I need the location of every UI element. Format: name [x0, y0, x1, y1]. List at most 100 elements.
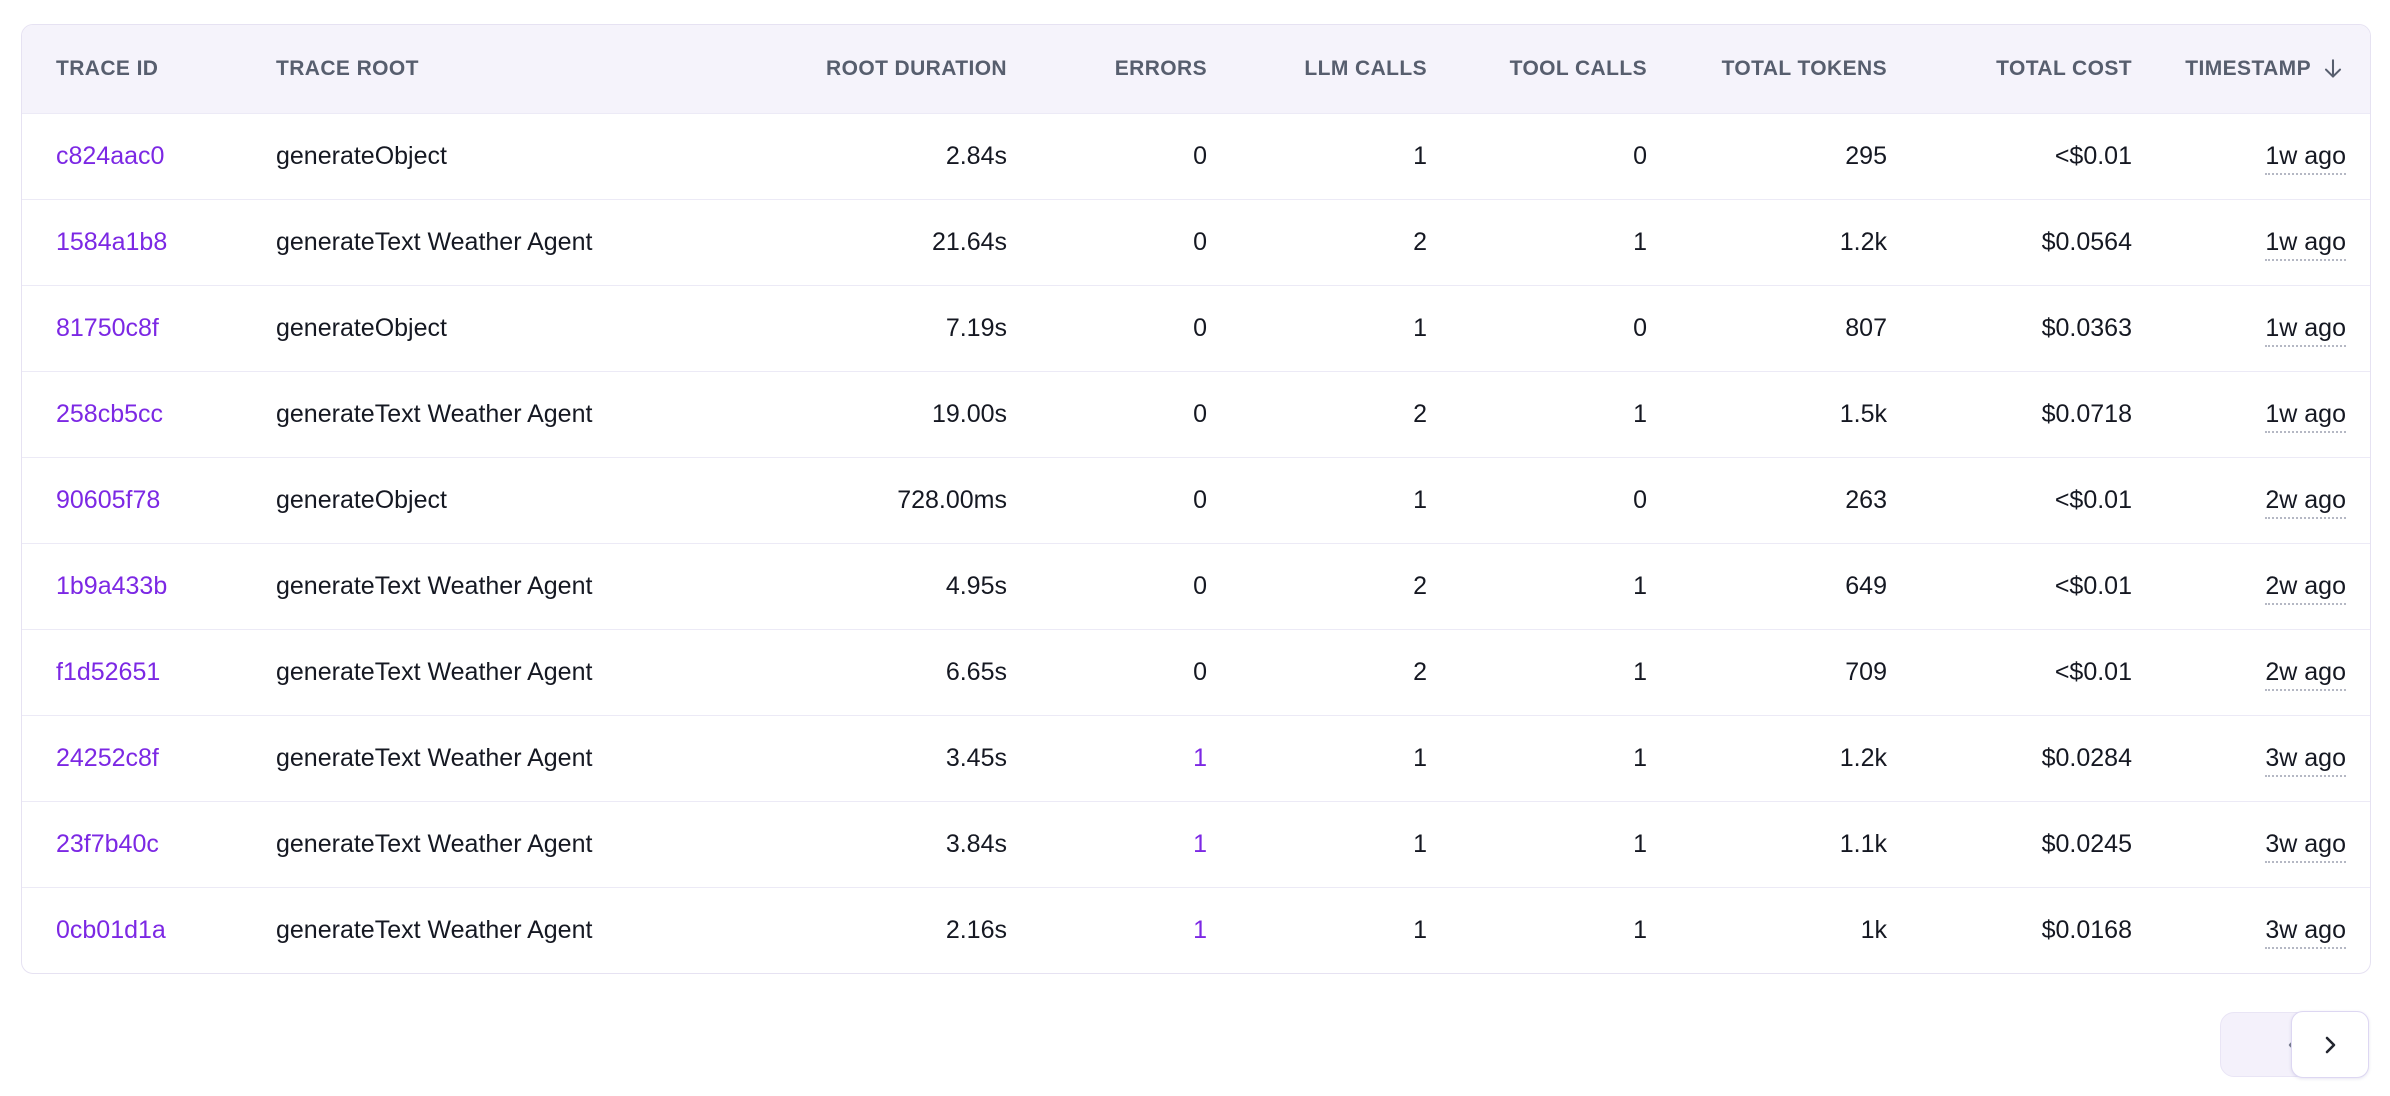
table-row[interactable]: 81750c8fgenerateObject7.19s010807$0.0363…: [22, 285, 2371, 371]
cell-llm_calls: 1: [1209, 887, 1429, 973]
cell-tool_calls: 0: [1429, 285, 1649, 371]
column-header-llm_calls[interactable]: LLM CALLS: [1209, 25, 1429, 113]
table-row[interactable]: 1b9a433bgenerateText Weather Agent4.95s0…: [22, 543, 2371, 629]
timestamp-value: 2w ago: [2265, 658, 2346, 691]
trace-id-link[interactable]: 0cb01d1a: [56, 916, 166, 944]
llm_calls-value: 1: [1413, 744, 1427, 772]
table-row[interactable]: 258cb5ccgenerateText Weather Agent19.00s…: [22, 371, 2371, 457]
errors-value: 0: [1193, 400, 1207, 428]
column-header-total_cost[interactable]: TOTAL COST: [1889, 25, 2134, 113]
cell-root_duration: 2.84s: [664, 113, 1009, 199]
cell-trace_id: 1584a1b8: [22, 199, 244, 285]
cell-trace_id: 23f7b40c: [22, 801, 244, 887]
timestamp-value: 3w ago: [2265, 916, 2346, 949]
total_tokens-value: 1.2k: [1840, 744, 1887, 772]
cell-timestamp: 3w ago: [2134, 887, 2371, 973]
table-row[interactable]: 23f7b40c generateText Weather Agent3.84s 1…: [22, 801, 2371, 887]
errors-value: 1: [1193, 744, 1207, 772]
trace_root-value: generateText Weather Agent: [276, 400, 592, 428]
cell-llm_calls: 2: [1209, 371, 1429, 457]
column-header-trace_id[interactable]: TRACE ID: [22, 25, 244, 113]
table-row[interactable]: 1584a1b8 generateText Weather Agent 21.64s…: [22, 199, 2371, 285]
total_cost-value: <$0.01: [2055, 572, 2132, 600]
trace-id-link[interactable]: 1584a1b8: [56, 228, 167, 256]
trace_root-value: generateText Weather Agent: [276, 658, 592, 686]
timestamp-value: 1w ago: [2265, 400, 2346, 433]
cell-trace_root: generateText Weather Agent: [244, 629, 664, 715]
trace-id-link[interactable]: f1d52651: [56, 658, 160, 686]
trace-id-link[interactable]: 1b9a433b: [56, 572, 167, 600]
cell-errors: 0: [1009, 543, 1209, 629]
cell-trace_root: generateObject: [244, 113, 664, 199]
llm_calls-value: 2: [1413, 658, 1427, 686]
total_tokens-value: 1.5k: [1840, 400, 1887, 428]
trace_root-value: generateObject: [276, 314, 447, 342]
total_tokens-value: 1.2k: [1840, 228, 1887, 256]
table-row[interactable]: f1d52651generateText Weather Agent6.65s0…: [22, 629, 2371, 715]
column-header-tool_calls[interactable]: TOOL CALLS: [1429, 25, 1649, 113]
table-row[interactable]: 0cb01d1agenerateText Weather Agent2.16s1…: [22, 887, 2371, 973]
cell-tool_calls: 1: [1429, 629, 1649, 715]
trace-id-link[interactable]: c824aac0: [56, 142, 164, 170]
cell-timestamp: 2w ago: [2134, 543, 2371, 629]
errors-value: 0: [1193, 142, 1207, 170]
cell-errors: 1: [1009, 887, 1209, 973]
column-header-root_duration[interactable]: ROOT DURATION: [664, 25, 1009, 113]
total_cost-value: $0.0168: [2042, 916, 2132, 944]
trace_root-value: generateText Weather Agent: [276, 228, 592, 256]
errors-value: 1: [1193, 830, 1207, 858]
total_tokens-value: 295: [1845, 142, 1887, 170]
total_cost-value: <$0.01: [2055, 658, 2132, 686]
cell-trace_id: 258cb5cc: [22, 371, 244, 457]
column-header-trace_root[interactable]: TRACE ROOT: [244, 25, 664, 113]
cell-trace_root: generateText Weather Agent: [244, 199, 664, 285]
timestamp-value: 1w ago: [2265, 142, 2346, 175]
trace_root-value: generateText Weather Agent: [276, 744, 592, 772]
errors-value: 0: [1193, 486, 1207, 514]
next-page-button[interactable]: [2291, 1011, 2369, 1078]
cell-trace_id: f1d52651: [22, 629, 244, 715]
cell-root_duration: 3.84s: [664, 801, 1009, 887]
llm_calls-value: 1: [1413, 486, 1427, 514]
cell-total_tokens: 709: [1649, 629, 1889, 715]
cell-llm_calls: 1: [1209, 715, 1429, 801]
total_tokens-value: 709: [1845, 658, 1887, 686]
cell-timestamp: 3w ago: [2134, 715, 2371, 801]
cell-trace_root: generateText Weather Agent: [244, 801, 664, 887]
cell-total_tokens: 1.5k: [1649, 371, 1889, 457]
cell-trace_root: generateObject: [244, 285, 664, 371]
trace-id-link[interactable]: 24252c8f: [56, 744, 159, 772]
trace-id-link[interactable]: 90605f78: [56, 486, 160, 514]
cell-tool_calls: 1: [1429, 371, 1649, 457]
llm_calls-value: 2: [1413, 572, 1427, 600]
chevron-right-icon: [2318, 1033, 2342, 1057]
trace-id-link[interactable]: 23f7b40c: [56, 830, 159, 858]
cell-tool_calls: 1: [1429, 199, 1649, 285]
cell-total_cost: $0.0168: [1889, 887, 2134, 973]
trace-id-link[interactable]: 258cb5cc: [56, 400, 163, 428]
table-row[interactable]: 90605f78generateObject728.00ms010263<$0.…: [22, 457, 2371, 543]
total_cost-value: $0.0564: [2042, 228, 2132, 256]
table-row[interactable]: 24252c8fgenerateText Weather Agent3.45s1…: [22, 715, 2371, 801]
cell-errors: 0: [1009, 199, 1209, 285]
cell-timestamp: 2w ago: [2134, 629, 2371, 715]
trace-id-link[interactable]: 81750c8f: [56, 314, 159, 342]
cell-total_cost: $0.0284: [1889, 715, 2134, 801]
table-row[interactable]: c824aac0generateObject2.84s010295<$0.011…: [22, 113, 2371, 199]
cell-trace_id: 90605f78: [22, 457, 244, 543]
column-header-total_tokens[interactable]: TOTAL TOKENS: [1649, 25, 1889, 113]
errors-value: 0: [1193, 658, 1207, 686]
cell-llm_calls: 1: [1209, 457, 1429, 543]
column-header-timestamp[interactable]: TIMESTAMP: [2134, 25, 2371, 113]
cell-tool_calls: 1: [1429, 801, 1649, 887]
column-header-errors[interactable]: ERRORS: [1009, 25, 1209, 113]
timestamp-value: 2w ago: [2265, 572, 2346, 605]
cell-total_tokens: 807: [1649, 285, 1889, 371]
timestamp-value: 1w ago: [2265, 228, 2346, 261]
column-label: ROOT DURATION: [826, 57, 1007, 81]
total_tokens-value: 649: [1845, 572, 1887, 600]
cell-root_duration: 4.95s: [664, 543, 1009, 629]
tool_calls-value: 1: [1633, 228, 1647, 256]
root_duration-value: 21.64s: [932, 228, 1007, 256]
cell-errors: 0: [1009, 285, 1209, 371]
